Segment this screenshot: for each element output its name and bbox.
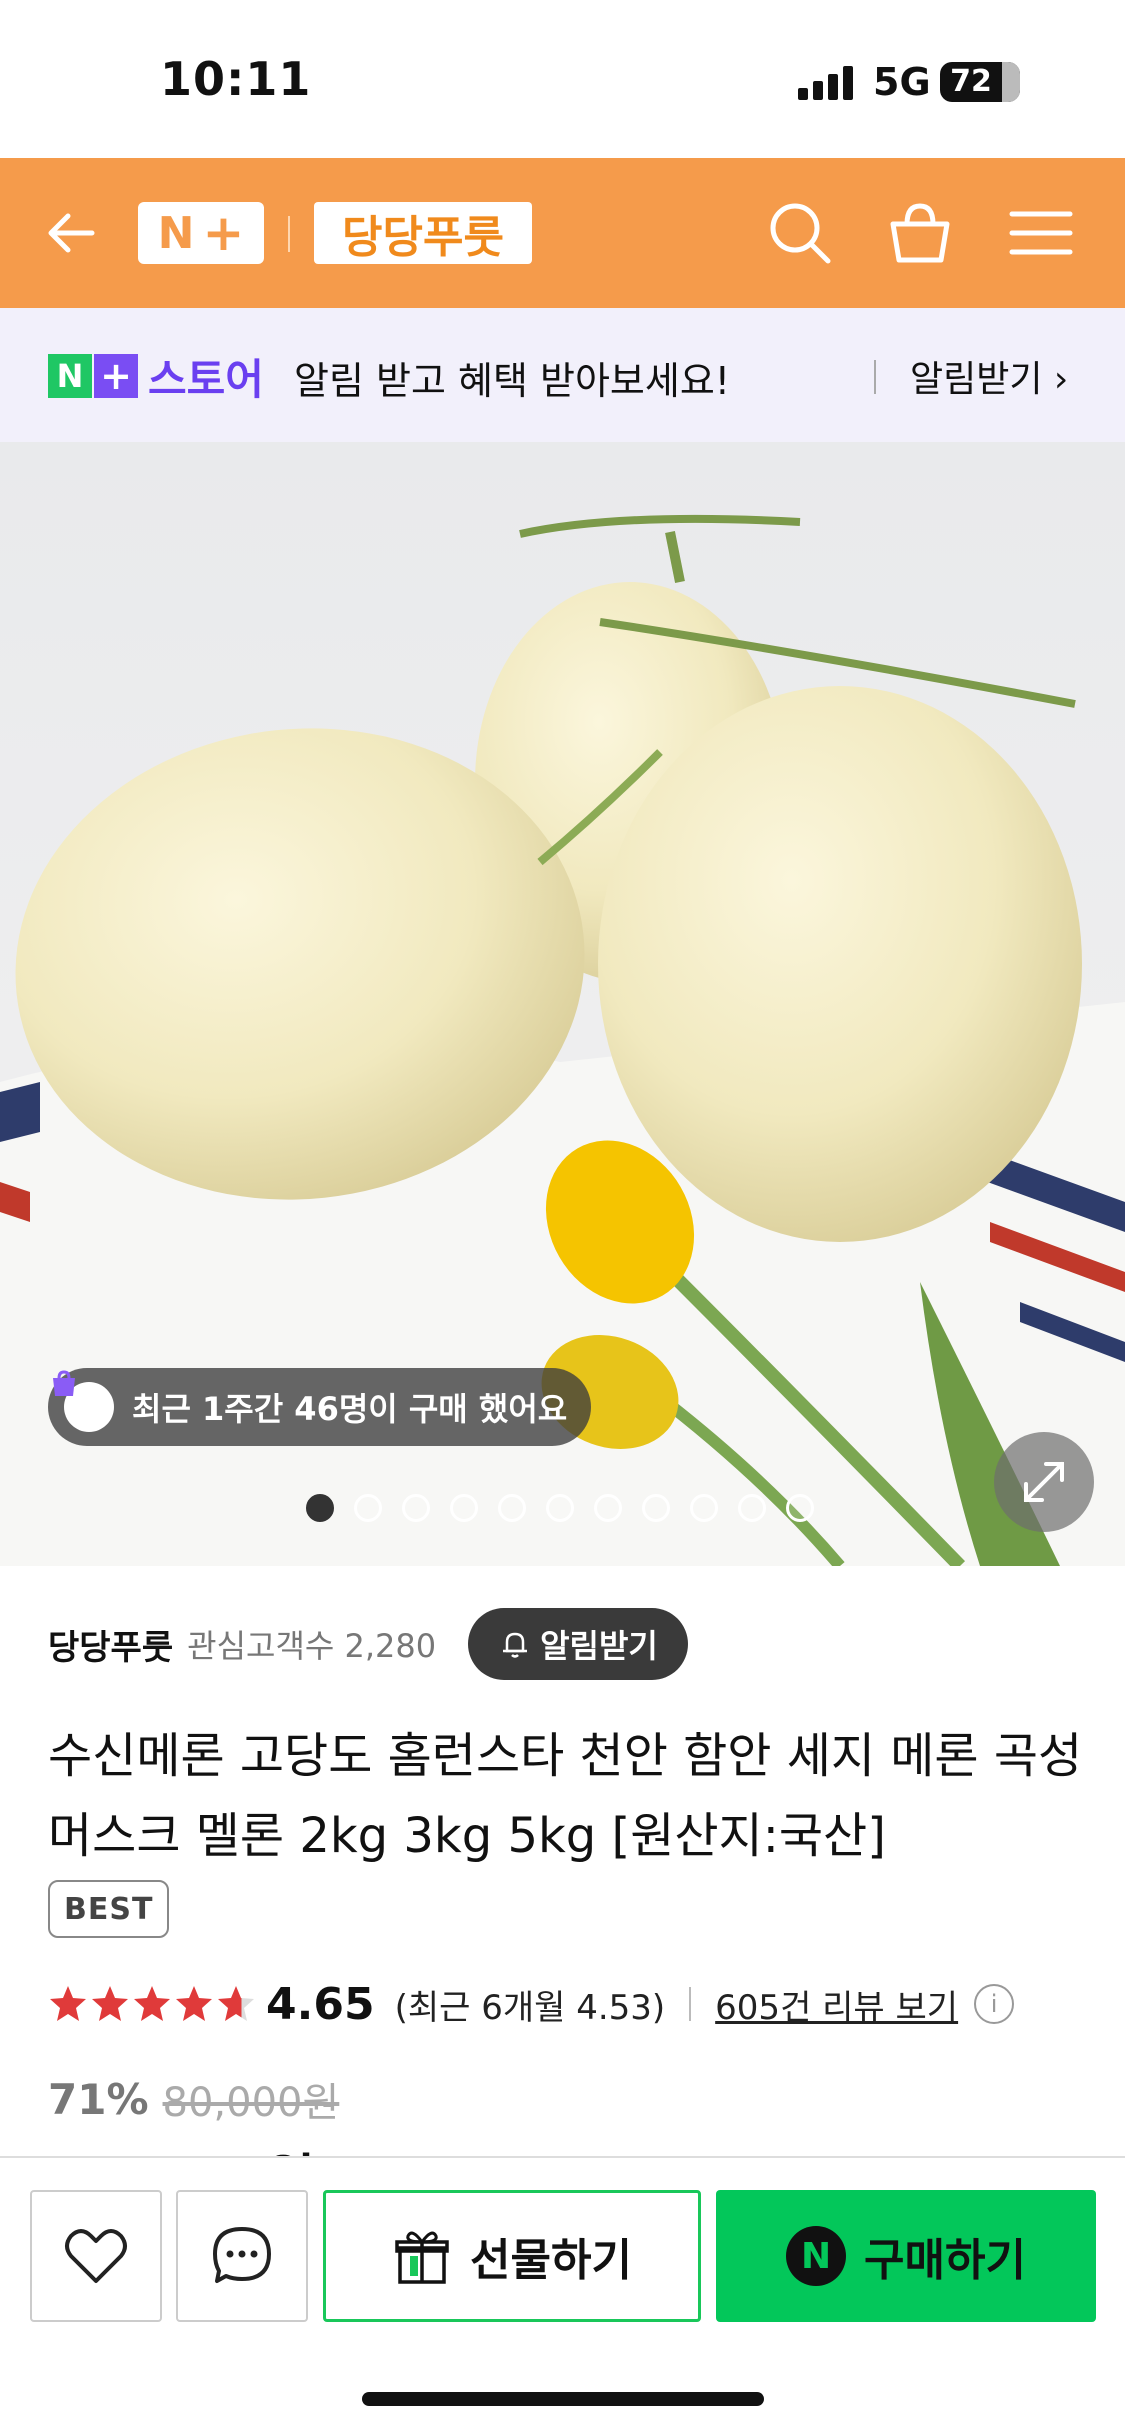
carousel-dot[interactable] xyxy=(450,1494,478,1522)
talk-chat-button[interactable] xyxy=(176,2190,308,2322)
rating-score: 4.65 xyxy=(266,1978,375,2030)
carousel-dot[interactable] xyxy=(690,1494,718,1522)
star-icon xyxy=(50,1986,86,2021)
carousel-dot[interactable] xyxy=(546,1494,574,1522)
discount-rate: 71% xyxy=(48,2074,149,2124)
naver-pay-logo: N xyxy=(786,2226,847,2286)
price-row: 71% 80,000원 xyxy=(48,2066,339,2132)
top-navigation-bar: N + 당당푸룻 xyxy=(0,158,1125,308)
reviews-link[interactable]: 605건 리뷰 보기 xyxy=(715,1980,958,2029)
seller-alarm-label: 알림받기 xyxy=(540,1627,658,1665)
network-type: 5G xyxy=(873,60,931,104)
wishlist-button[interactable] xyxy=(30,2190,162,2322)
heart-icon xyxy=(65,2229,127,2283)
carousel-dot[interactable] xyxy=(306,1494,334,1522)
expand-image-button[interactable] xyxy=(994,1432,1094,1532)
chat-bubble-icon xyxy=(213,2227,271,2283)
star-rating xyxy=(48,1984,256,2024)
purchase-count-text: 최근 1주간 46명이 구매 했어요 xyxy=(132,1390,568,1428)
logo-divider xyxy=(288,216,290,252)
star-icon xyxy=(92,1986,128,2021)
notification-banner[interactable]: N + 스토어 알림 받고 혜택 받아보세요! 알림받기 › xyxy=(0,308,1125,442)
shopping-bag-icon xyxy=(53,1370,114,1432)
recent-rating: (최근 6개월 4.53) xyxy=(394,1987,666,2028)
seller-name[interactable]: 당당푸룻 xyxy=(48,1620,173,1669)
back-arrow-icon[interactable] xyxy=(42,203,102,263)
seller-alarm-button[interactable]: 알림받기 xyxy=(468,1608,688,1680)
status-time: 10:11 xyxy=(160,52,312,106)
star-icon xyxy=(176,1986,212,2021)
gift-box-icon xyxy=(395,2231,449,2284)
rating-row: 4.65 (최근 6개월 4.53) 605건 리뷰 보기 i xyxy=(48,1966,1015,2042)
hamburger-menu-icon[interactable] xyxy=(1006,198,1076,268)
rating-divider xyxy=(689,1987,692,2021)
shopping-bag-icon[interactable] xyxy=(885,198,955,268)
carousel-dot[interactable] xyxy=(738,1494,766,1522)
search-icon[interactable] xyxy=(765,198,835,268)
home-indicator[interactable] xyxy=(362,2392,764,2406)
carousel-pagination[interactable] xyxy=(306,1494,814,1522)
product-title: 수신메론 고당도 홈런스타 천안 함안 세지 메론 곡성 머스크 멜론 2kg … xyxy=(48,1728,1083,1864)
seller-info-row: 당당푸룻 관심고객수 2,280 알림받기 xyxy=(48,1606,688,1682)
best-badge: BEST xyxy=(48,1880,170,1938)
cellular-signal-icon xyxy=(798,66,853,100)
bell-plus-icon xyxy=(503,1632,528,1658)
battery-icon: 72 xyxy=(940,62,1020,102)
subscribe-alert-link[interactable]: 알림받기 › xyxy=(910,350,1068,402)
carousel-dot[interactable] xyxy=(642,1494,670,1522)
star-icon xyxy=(134,1986,170,2021)
naver-plus-logo[interactable]: N + xyxy=(138,202,264,264)
expand-arrows-icon xyxy=(1024,1462,1064,1502)
product-image-carousel[interactable]: 최근 1주간 46명이 구매 했어요 xyxy=(0,442,1125,1566)
gift-button[interactable]: 선물하기 xyxy=(323,2190,701,2322)
carousel-dot[interactable] xyxy=(786,1494,814,1522)
status-bar: 10:11 5G 72 xyxy=(0,0,1125,158)
naver-plus-badge: N + xyxy=(48,354,138,398)
carousel-dot[interactable] xyxy=(354,1494,382,1522)
battery-level: 72 xyxy=(950,64,992,99)
carousel-dot[interactable] xyxy=(594,1494,622,1522)
carousel-dot[interactable] xyxy=(498,1494,526,1522)
notice-message: 알림 받고 혜택 받아보세요! xyxy=(294,359,731,403)
buy-now-button[interactable]: N 구매하기 xyxy=(716,2190,1096,2322)
buy-label: 구매하기 xyxy=(864,2235,1026,2286)
store-label: 스토어 xyxy=(148,355,264,404)
store-brand-logo[interactable]: 당당푸룻 xyxy=(314,202,532,264)
star-icon xyxy=(218,1986,254,2021)
carousel-dot[interactable] xyxy=(402,1494,430,1522)
notice-divider xyxy=(874,360,876,394)
info-icon[interactable]: i xyxy=(974,1984,1015,2024)
recent-purchase-badge: 최근 1주간 46명이 구매 했어요 xyxy=(48,1368,592,1446)
original-price: 80,000원 xyxy=(162,2080,340,2126)
follower-count: 관심고객수 2,280 xyxy=(187,1627,437,1665)
gift-label: 선물하기 xyxy=(470,2235,632,2286)
